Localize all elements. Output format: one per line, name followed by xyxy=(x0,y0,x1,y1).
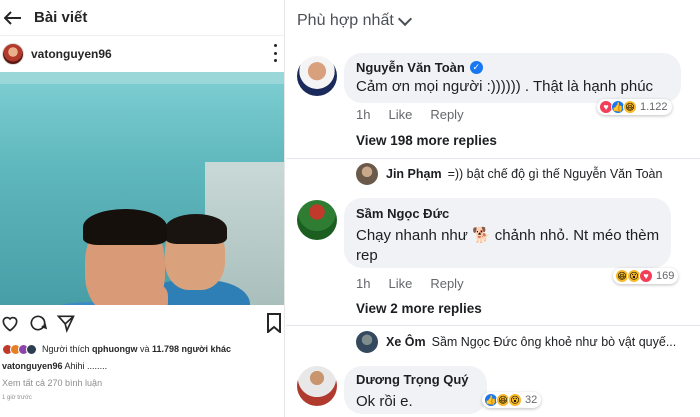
facebook-comments-panel: Phù hợp nhất Nguyễn Văn Toàn ✓ Cảm ơn mọ… xyxy=(286,0,700,417)
reaction-summary[interactable]: 👍 😆 😮 32 xyxy=(482,392,542,408)
comment-author-name[interactable]: Sầm Ngọc Đức xyxy=(356,206,449,221)
reply-button[interactable]: Reply xyxy=(430,107,463,122)
avatar[interactable] xyxy=(356,163,378,185)
verified-badge-icon: ✓ xyxy=(469,61,483,74)
comment-time: 1h xyxy=(356,276,371,291)
like-button[interactable]: Like xyxy=(388,107,412,122)
more-options-icon[interactable] xyxy=(272,44,278,62)
reaction-count: 32 xyxy=(525,394,538,406)
wow-reaction-icon: 😮 xyxy=(508,393,522,407)
view-all-comments-link[interactable]: Xem tất cả 270 bình luận xyxy=(2,378,102,388)
post-author[interactable]: vatonguyen96 xyxy=(0,40,284,68)
reply-author[interactable]: Xe Ôm xyxy=(386,335,426,349)
bookmark-icon[interactable] xyxy=(266,313,284,335)
caption-text: Ahihi ........ xyxy=(64,361,108,371)
comment-author[interactable]: Sầm Ngọc Đức xyxy=(356,206,449,221)
likes-count[interactable]: 11.798 người khác xyxy=(152,344,231,354)
comment-author[interactable]: Dương Trọng Quý xyxy=(356,372,469,387)
comment-author-name[interactable]: Nguyễn Văn Toàn xyxy=(356,60,465,75)
reaction-count: 169 xyxy=(656,270,675,282)
comment-time: 1h xyxy=(356,107,371,122)
sort-label: Phù hợp nhất xyxy=(297,12,394,29)
post-timestamp: 1 giờ trước xyxy=(2,395,32,401)
comment-text-line-1: Chạy nhanh như 🐕 chảnh nhỏ. Nt méo thèm xyxy=(356,227,660,244)
avatar[interactable] xyxy=(356,331,378,353)
reply-author[interactable]: Jin Phạm xyxy=(386,167,442,181)
view-more-replies-link[interactable]: View 198 more replies xyxy=(356,133,497,148)
instagram-post-panel: Bài viết vatonguyen96 Người thích qphuon… xyxy=(0,0,285,417)
avatar[interactable] xyxy=(297,200,337,240)
post-photo xyxy=(0,72,284,305)
instagram-header: Bài viết xyxy=(0,0,284,36)
likes-prefix: Người thích xyxy=(42,344,90,354)
caption-username[interactable]: vatonguyen96 xyxy=(2,361,63,371)
arrow-left-icon[interactable] xyxy=(2,10,24,25)
divider xyxy=(286,325,700,326)
reply-text: =)) bật chế độ gì thế Nguyễn Văn Toàn xyxy=(447,167,663,181)
comment-icon[interactable] xyxy=(28,313,48,333)
avatar[interactable] xyxy=(297,366,337,406)
comment-author[interactable]: Nguyễn Văn Toàn ✓ xyxy=(356,60,483,75)
post-caption: vatonguyen96 Ahihi ........ xyxy=(2,361,107,371)
reply-preview[interactable]: Xe Ôm Sầm Ngọc Đức ông khoẻ như bò vật q… xyxy=(356,331,676,353)
avatar[interactable] xyxy=(297,56,337,96)
post-actions xyxy=(0,310,284,336)
love-reaction-icon: ♥ xyxy=(639,269,653,283)
comment-meta: 1h Like Reply xyxy=(356,276,464,291)
haha-reaction-icon: 😆 xyxy=(623,100,637,114)
comment-meta: 1h Like Reply xyxy=(356,107,464,122)
share-icon[interactable] xyxy=(56,313,76,333)
like-button[interactable]: Like xyxy=(388,276,412,291)
comment-text: Cảm ơn mọi người :)))))) . Thật là hạnh … xyxy=(356,78,654,95)
post-username[interactable]: vatonguyen96 xyxy=(31,47,112,61)
view-more-replies-link[interactable]: View 2 more replies xyxy=(356,301,482,316)
comment-text: Ok rồi e. xyxy=(356,393,413,410)
likes-user[interactable]: qphuongw xyxy=(92,344,137,354)
avatar xyxy=(26,343,37,355)
comment-author-name[interactable]: Dương Trọng Quý xyxy=(356,372,469,387)
comment-text-line-2: rep xyxy=(356,247,378,264)
divider xyxy=(286,158,700,159)
reaction-count: 1.122 xyxy=(640,101,668,113)
reply-preview[interactable]: Jin Phạm =)) bật chế độ gì thế Nguyễn Vă… xyxy=(356,163,662,185)
avatar[interactable] xyxy=(2,43,24,65)
likes-and: và xyxy=(139,344,150,354)
reaction-summary[interactable]: 😆 😮 ♥ 169 xyxy=(613,268,679,284)
reaction-summary[interactable]: ♥ 👍 😆 1.122 xyxy=(597,99,672,115)
reply-text: Sầm Ngọc Đức ông khoẻ như bò vật quyế... xyxy=(431,335,677,349)
likes-summary[interactable]: Người thích qphuongw và 11.798 người khá… xyxy=(0,342,284,356)
heart-icon[interactable] xyxy=(0,313,20,333)
sort-dropdown[interactable]: Phù hợp nhất xyxy=(297,11,412,30)
chevron-down-icon xyxy=(397,11,412,26)
reply-button[interactable]: Reply xyxy=(430,276,463,291)
page-title: Bài viết xyxy=(34,9,88,26)
